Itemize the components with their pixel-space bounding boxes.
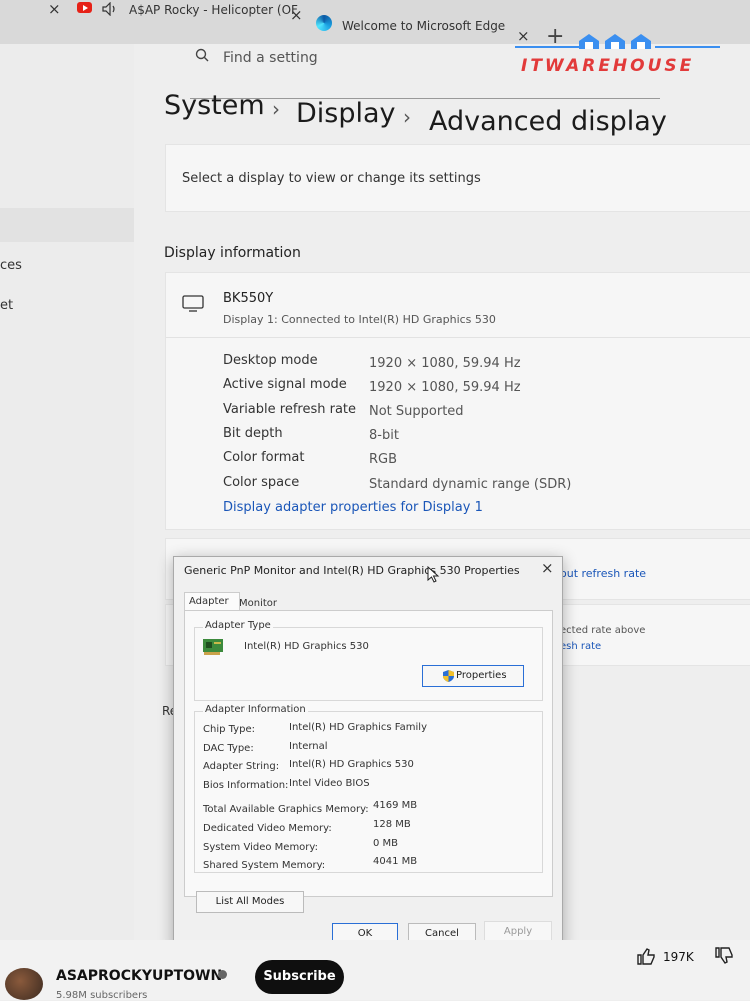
left-nav-item-internet[interactable]: et [0, 298, 13, 313]
dislike-icon[interactable] [714, 946, 734, 966]
adapter-properties-label: Properties [456, 670, 507, 681]
like-count: 197K [663, 950, 694, 964]
rate-settings-text: ected rate above [560, 625, 646, 636]
watermark-line-right [655, 46, 720, 48]
page-title: Advanced display [429, 106, 667, 137]
display-information-card: BK550Y Display 1: Connected to Intel(R) … [165, 272, 750, 530]
left-nav-item-devices[interactable]: ces [0, 258, 22, 273]
select-display-card[interactable]: Select a display to view or change its s… [165, 144, 750, 212]
refresh-rate-link[interactable]: out refresh rate [560, 567, 646, 580]
dialog-close-button[interactable]: × [541, 559, 554, 577]
total-memory-label: Total Available Graphics Memory: [203, 804, 369, 815]
dedicated-memory-value: 128 MB [373, 819, 411, 830]
tab-adapter-label: Adapter [189, 596, 229, 607]
bios-information-label: Bios Information: [203, 780, 289, 791]
adapter-type-legend: Adapter Type [203, 620, 273, 631]
rate-settings-link[interactable]: esh rate [560, 641, 601, 652]
channel-avatar[interactable] [5, 968, 43, 1000]
breadcrumb-separator-2: › [403, 105, 411, 129]
mouse-cursor-icon [427, 566, 440, 583]
verified-badge-icon [218, 970, 227, 979]
info-value-active-signal: 1920 × 1080, 59.94 Hz [369, 380, 521, 395]
dac-type-label: DAC Type: [203, 743, 254, 754]
youtube-channel-bar: ASAPROCKYUPTOWN 5.98M subscribers Subscr… [0, 940, 750, 1001]
display-information-heading: Display information [164, 245, 301, 261]
channel-name[interactable]: ASAPROCKYUPTOWN [56, 968, 222, 984]
edge-icon [316, 15, 332, 31]
youtube-logo-icon [77, 2, 92, 13]
adapter-properties-dialog: Generic PnP Monitor and Intel(R) HD Grap… [173, 556, 563, 950]
breadcrumb-system[interactable]: System [164, 90, 265, 121]
info-label-color-format: Color format [223, 450, 305, 465]
settings-left-nav [0, 44, 134, 944]
adapter-type-group [194, 627, 543, 701]
dedicated-memory-label: Dedicated Video Memory: [203, 823, 332, 834]
info-value-color-format: RGB [369, 452, 398, 467]
graphics-card-icon [203, 639, 223, 655]
bios-information-value: Intel Video BIOS [289, 778, 370, 789]
search-icon [195, 48, 209, 62]
monitor-connection: Display 1: Connected to Intel(R) HD Grap… [223, 313, 496, 326]
select-display-text: Select a display to view or change its s… [182, 171, 481, 186]
tab-monitor[interactable]: Monitor [239, 598, 277, 609]
tab-close-button[interactable]: × [48, 0, 61, 18]
adapter-information-legend: Adapter Information [203, 704, 308, 715]
display-adapter-properties-link[interactable]: Display adapter properties for Display 1 [223, 500, 483, 515]
left-nav-selected-item[interactable] [0, 208, 134, 242]
dialog-title: Generic PnP Monitor and Intel(R) HD Grap… [184, 564, 520, 577]
info-label-desktop-mode: Desktop mode [223, 353, 318, 368]
uac-shield-icon [443, 670, 454, 682]
breadcrumb-display[interactable]: Display [296, 98, 396, 129]
subscriber-count: 5.98M subscribers [56, 990, 148, 1001]
shared-memory-value: 4041 MB [373, 856, 418, 867]
chip-type-value: Intel(R) HD Graphics Family [289, 722, 427, 733]
breadcrumb-separator: › [272, 97, 280, 121]
adapter-string-value: Intel(R) HD Graphics 530 [289, 759, 414, 770]
shared-memory-label: Shared System Memory: [203, 860, 326, 871]
total-memory-value: 4169 MB [373, 800, 418, 811]
tab-adapter[interactable]: Adapter [184, 592, 240, 611]
system-memory-label: System Video Memory: [203, 842, 318, 853]
speaker-icon[interactable] [102, 1, 118, 20]
search-input[interactable]: Find a setting [223, 50, 318, 66]
monitor-icon [182, 295, 204, 312]
chip-type-label: Chip Type: [203, 724, 255, 735]
card-divider [166, 337, 750, 338]
list-all-modes-button[interactable]: List All Modes [196, 891, 304, 913]
info-label-active-signal: Active signal mode [223, 377, 347, 392]
system-memory-value: 0 MB [373, 838, 399, 849]
youtube-icon [77, 2, 93, 14]
info-value-color-space: Standard dynamic range (SDR) [369, 477, 572, 492]
adapter-properties-button[interactable]: Properties [422, 665, 524, 687]
tab-title-youtube[interactable]: A$AP Rocky - Helicopter (OF [129, 3, 298, 17]
like-icon[interactable] [636, 946, 656, 966]
adapter-type-name: Intel(R) HD Graphics 530 [244, 641, 369, 652]
info-label-color-space: Color space [223, 475, 300, 490]
info-value-vrr: Not Supported [369, 404, 464, 419]
tab-close-button-youtube[interactable]: × [290, 6, 303, 24]
tab-title-edge[interactable]: Welcome to Microsoft Edge [342, 19, 505, 33]
dac-type-value: Internal [289, 741, 328, 752]
info-value-bit-depth: 8-bit [369, 428, 399, 443]
info-label-bit-depth: Bit depth [223, 426, 283, 441]
adapter-string-label: Adapter String: [203, 761, 280, 772]
monitor-name: BK550Y [223, 291, 274, 306]
info-label-vrr: Variable refresh rate [223, 402, 357, 417]
info-value-desktop-mode: 1920 × 1080, 59.94 Hz [369, 356, 521, 371]
subscribe-button[interactable]: Subscribe [255, 960, 344, 994]
